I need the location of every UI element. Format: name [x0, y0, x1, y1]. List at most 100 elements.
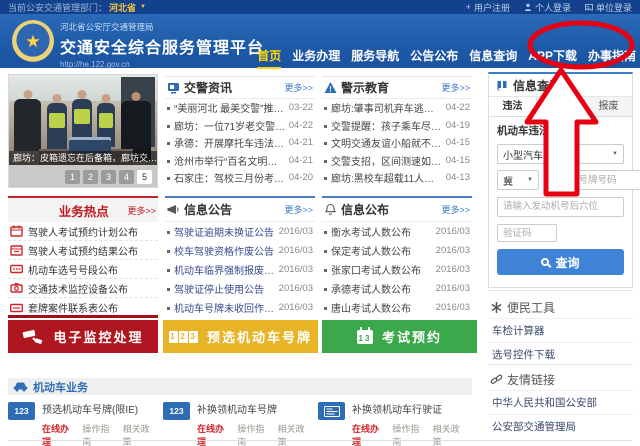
news-link[interactable]: 廊坊:肇事司机弃车逃逸 报警… [324, 100, 443, 115]
tab-violation[interactable]: 违法 [489, 97, 537, 116]
star-icon: ★ [25, 33, 40, 50]
photo-carousel: 廊坊：皮箱遗忘在后备箱，廊坊交… 1 2 3 4 5 [8, 74, 158, 188]
policy-link[interactable]: 相关政策 [278, 422, 313, 446]
news-date: 04-22 [446, 102, 470, 113]
pager-1[interactable]: 1 [65, 170, 80, 184]
link-ministry-public-security[interactable]: 中华人民共和国公安部 [488, 390, 633, 414]
pager-2[interactable]: 2 [83, 170, 98, 184]
captcha-input[interactable] [497, 224, 557, 242]
nav-app-download[interactable]: APP下载 [527, 47, 578, 69]
engine-number-input[interactable] [497, 197, 624, 217]
banner-electronic-monitoring[interactable]: 电子监控处理 [8, 320, 158, 353]
more-link[interactable]: 更多>> [441, 203, 470, 216]
nav-announcements[interactable]: 公告公布 [409, 47, 459, 69]
list-item: 张家口考试人数公布2016/03 [322, 260, 472, 279]
carousel-photo[interactable]: 廊坊：皮箱遗忘在后备箱，廊坊交… [9, 75, 157, 165]
plate-number-input[interactable] [544, 170, 640, 190]
nav-service-guide[interactable]: 服务导航 [350, 47, 400, 69]
hot-link[interactable]: 交通技术监控设备公布 [28, 281, 156, 296]
publish-link[interactable]: 张家口考试人数公布 [324, 262, 433, 277]
publish-link[interactable]: 保定考试人数公布 [324, 243, 433, 258]
guide-link[interactable]: 操作指南 [237, 422, 272, 446]
notice-date: 2016/03 [279, 302, 313, 313]
policy-link[interactable]: 相关政策 [123, 422, 158, 446]
vehicle-business-header: 机动车业务 [8, 378, 472, 395]
chain-link-icon [490, 373, 503, 386]
tool-link-plate-plugin[interactable]: 选号控件下载 [488, 342, 633, 366]
nav-info-query[interactable]: 信息查询 [468, 47, 518, 69]
region-value[interactable]: 河北省 [109, 1, 136, 14]
nav-handbook[interactable]: 办事指南 [587, 47, 637, 69]
news-link[interactable]: 交警提醒：孩子乘车尽量用… [324, 118, 443, 133]
panel-title: 友情链接 [507, 371, 631, 388]
news-link[interactable]: 交警支招，区间测速如何应对 [324, 153, 443, 168]
list-item: 石家庄：驾校三月份考试合…04-20 [165, 169, 315, 187]
news-link[interactable]: 承德：开展摩托车违法行动… [167, 135, 286, 150]
business-hotspot-panel: 业务热点 更多>> 驾驶人考试预约计划公布 驾驶人考试预约结果公布 机动车选号号… [8, 196, 158, 318]
register-link[interactable]: + 用户注册 [466, 1, 510, 14]
more-link[interactable]: 更多>> [284, 203, 313, 216]
notice-link[interactable]: 机动车临界强制报废公告 [167, 262, 276, 277]
tool-link-inspection-calculator[interactable]: 车检计算器 [488, 318, 633, 342]
guide-link[interactable]: 操作指南 [82, 422, 117, 446]
list-item: 廊坊:黑校车超载11人被查 系…04-13 [322, 169, 472, 187]
online-apply-link[interactable]: 在线办理 [352, 422, 387, 446]
banner-preselect-plate[interactable]: 123 预选机动车号牌 [163, 320, 318, 353]
more-link[interactable]: 更多>> [127, 204, 156, 217]
publish-link[interactable]: 衡水考试人数公布 [324, 224, 433, 239]
publish-link[interactable]: 承德考试人数公布 [324, 281, 433, 296]
list-item: 承德：开展摩托车违法行动…04-21 [165, 134, 315, 152]
hot-link[interactable]: 驾驶人考试预约结果公布 [28, 243, 156, 258]
plate-prefix-select[interactable]: 冀 ▼ [497, 170, 539, 190]
calendar-icon [10, 244, 23, 256]
current-department[interactable]: 当前公安交通管理部门： 河北省 ▼ [8, 1, 466, 14]
personal-login-link[interactable]: 个人登录 [524, 1, 571, 14]
unit-login-link[interactable]: 单位登录 [585, 1, 632, 14]
nav-home[interactable]: 首页 [256, 47, 282, 69]
vehicle-type-select[interactable]: 小型汽车 ▼ [497, 144, 624, 164]
news-link[interactable]: 沧州市举行“百名文明交通… [167, 153, 286, 168]
tab-scrap[interactable]: 报废 [585, 97, 632, 116]
banner-exam-appointment[interactable]: 13 考试预约 [322, 320, 477, 353]
carousel-caption: 廊坊：皮箱遗忘在后备箱，廊坊交… [9, 151, 157, 165]
news-link[interactable]: 文明交通友谊小船就不会翻！ [324, 135, 443, 150]
policy-link[interactable]: 相关政策 [433, 422, 468, 446]
chevron-down-icon: ▼ [527, 177, 533, 183]
surveillance-camera-icon [22, 329, 44, 345]
notice-link[interactable]: 驾驶证停止使用公告 [167, 281, 276, 296]
online-apply-link[interactable]: 在线办理 [42, 422, 77, 446]
hot-link[interactable]: 套牌案件联系表公布 [28, 300, 156, 315]
notice-link[interactable]: 驾驶证逾期未换证公告 [167, 224, 276, 239]
nav-business[interactable]: 业务办理 [291, 47, 341, 69]
news-link[interactable]: 石家庄：驾校三月份考试合… [167, 170, 286, 185]
guide-link[interactable]: 操作指南 [392, 422, 427, 446]
notice-link[interactable]: 机动车号牌未收回作废公告 [167, 300, 276, 315]
panel-title: 业务热点 [44, 201, 123, 220]
link-traffic-management-bureau[interactable]: 公安部交通管理局 [488, 414, 633, 438]
pager-4[interactable]: 4 [119, 170, 134, 184]
news-link[interactable]: 廊坊:黑校车超载11人被查 系… [324, 170, 443, 185]
plus-icon: + [466, 2, 471, 12]
camera-icon [10, 282, 23, 294]
news-date: 04-21 [289, 155, 313, 166]
hot-link[interactable]: 机动车选号号段公布 [28, 262, 156, 277]
warning-education-panel: 警示教育 更多>> 廊坊:肇事司机弃车逃逸 报警…04-22 交警提醒：孩子乘车… [322, 76, 472, 188]
more-link[interactable]: 更多>> [284, 81, 313, 94]
news-link[interactable]: 廊坊：一位71岁老交警的坚守 [167, 118, 286, 133]
publish-link[interactable]: 唐山考试人数公布 [324, 300, 433, 315]
tab-points[interactable]: 记分 [537, 97, 585, 116]
pager-5[interactable]: 5 [137, 170, 152, 184]
news-link[interactable]: “美丽河北 最美交警”推选… [167, 100, 286, 115]
warning-triangle-icon [324, 81, 337, 94]
pager-3[interactable]: 3 [101, 170, 116, 184]
search-icon [541, 258, 549, 266]
query-submit-button[interactable]: 查询 [497, 249, 624, 275]
hot-link[interactable]: 驾驶人考试预约计划公布 [28, 224, 156, 239]
more-link[interactable]: 更多>> [441, 81, 470, 94]
list-item: 驾驶人考试预约结果公布 [8, 241, 158, 260]
main-nav: 首页 业务办理 服务导航 公告公布 信息查询 APP下载 办事指南 [256, 47, 637, 69]
notice-link[interactable]: 校车驾驶资格作废公告 [167, 243, 276, 258]
online-apply-link[interactable]: 在线办理 [197, 422, 232, 446]
list-item: 文明交通友谊小船就不会翻！04-15 [322, 134, 472, 152]
list-item: 廊坊：一位71岁老交警的坚守04-22 [165, 117, 315, 135]
